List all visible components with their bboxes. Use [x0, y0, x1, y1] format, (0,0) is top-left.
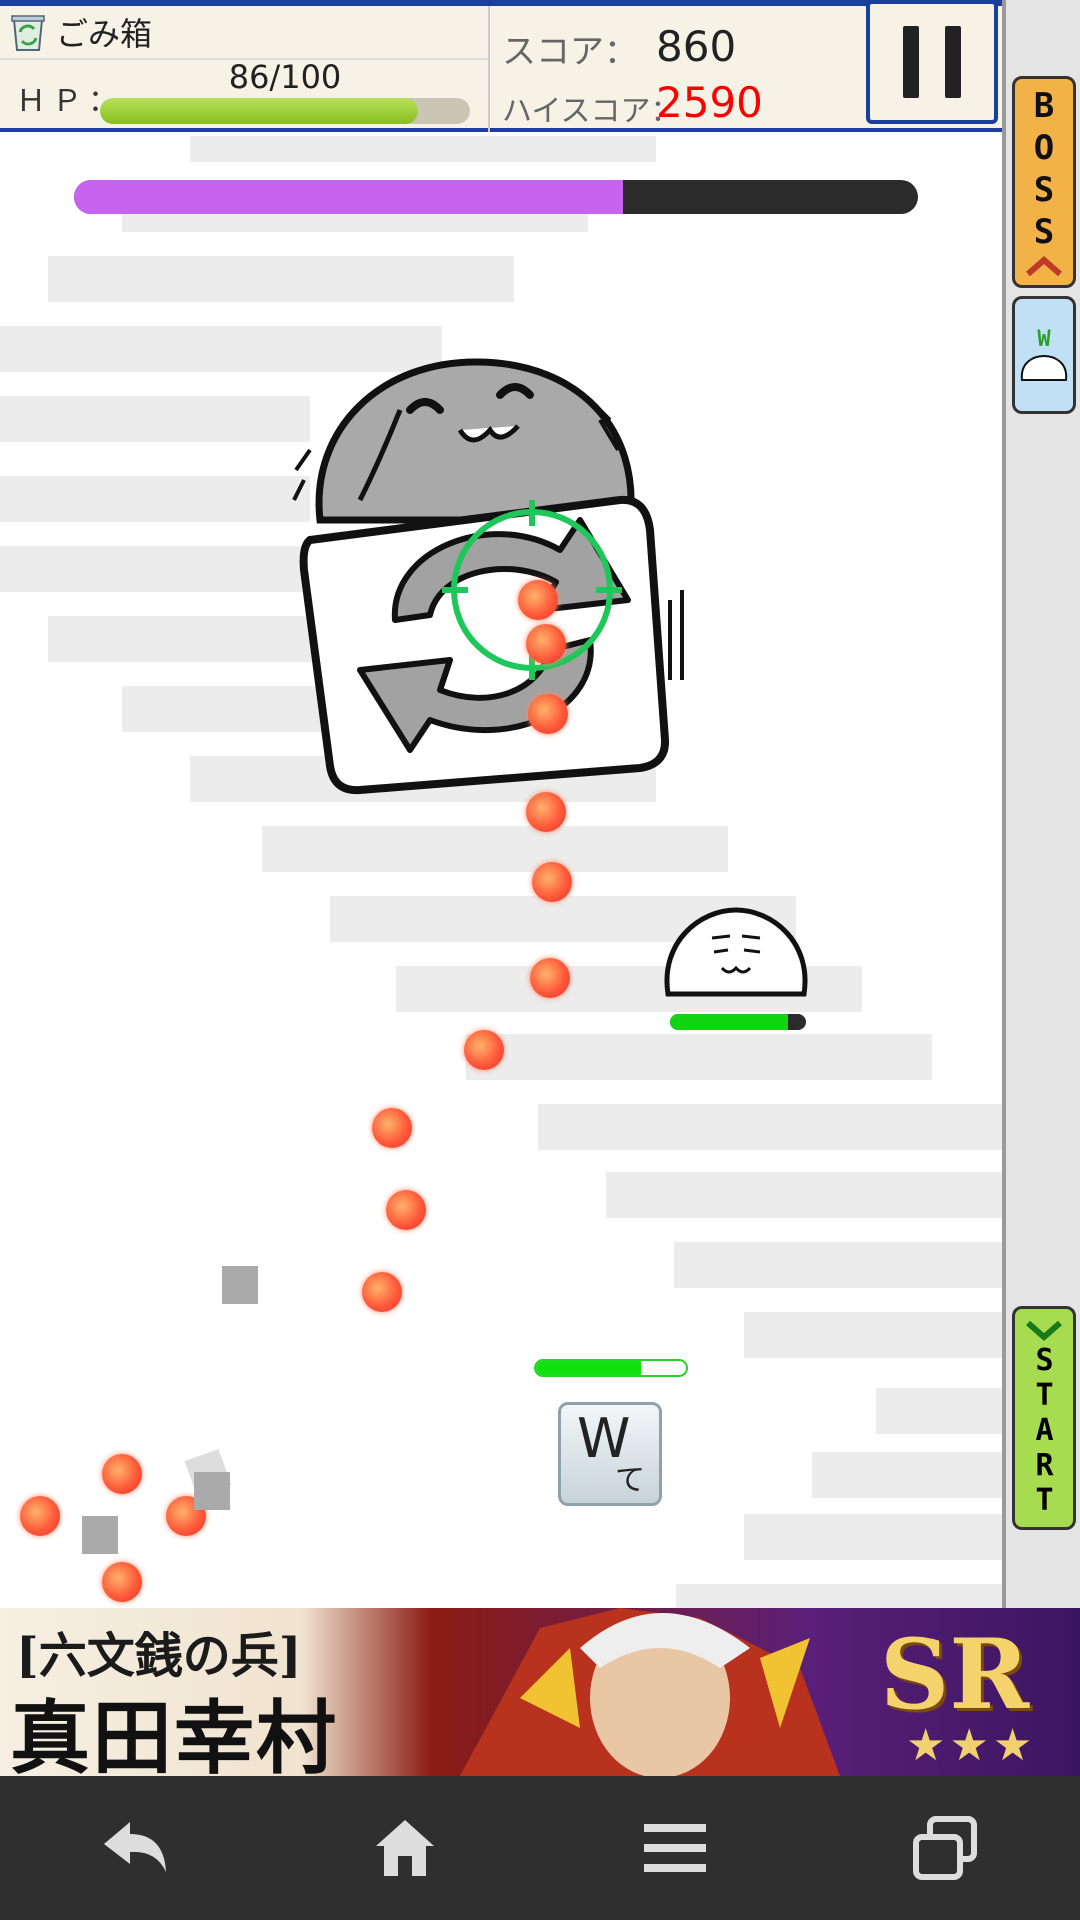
pause-icon-bar: [903, 26, 919, 98]
fire-bullet: [386, 1190, 426, 1230]
bg-stripe: [190, 136, 656, 162]
fire-bullet: [532, 862, 572, 902]
recent-apps-icon: [913, 1816, 977, 1880]
side-rail: BOSS W START: [1002, 0, 1080, 1608]
start-button[interactable]: START: [1012, 1306, 1076, 1530]
fire-bullet: [20, 1496, 60, 1536]
home-icon: [376, 1820, 434, 1876]
boss-button[interactable]: BOSS: [1012, 76, 1076, 288]
back-button[interactable]: [90, 1803, 180, 1893]
score-value: 860: [656, 22, 737, 71]
stage-name: ごみ箱: [56, 15, 153, 53]
home-button[interactable]: [360, 1803, 450, 1893]
stage-title-row: ごみ箱: [8, 10, 152, 54]
hp-value: 86/100: [228, 58, 342, 96]
recent-apps-button[interactable]: [900, 1803, 990, 1893]
fire-bullet: [102, 1562, 142, 1602]
hiscore-label: ハイスコア：: [502, 94, 681, 129]
enemy-hp-fill: [670, 1014, 789, 1030]
hp-bar-fill: [100, 98, 419, 124]
score-panel: スコア： 860 ハイスコア： 2590: [490, 6, 860, 132]
bg-stripe: [122, 214, 588, 232]
enemy-hp-bar: [670, 1014, 806, 1030]
system-nav-bar: [0, 1776, 1080, 1920]
fire-bullet: [518, 580, 558, 620]
fire-bullet: [102, 1454, 142, 1494]
player-hp-bar: [534, 1359, 688, 1377]
player-key-w[interactable]: W て: [558, 1402, 662, 1506]
game-area[interactable]: W て ごみ箱 ＨＰ： 86/100 スコア： 860 ハイスコア： 2590: [0, 0, 1002, 1608]
fire-bullet: [464, 1030, 504, 1070]
debris-block: [82, 1516, 118, 1554]
ad-rank: SR: [880, 1618, 1030, 1731]
ad-title-line2: 真田幸村: [10, 1691, 338, 1776]
fire-bullet: [526, 792, 566, 832]
ad-character-art: [460, 1608, 840, 1776]
fire-bullet: [528, 694, 568, 734]
boss-label: BOSS: [1024, 86, 1064, 254]
bg-stripe: [676, 1584, 1002, 1608]
bg-stripe: [262, 826, 728, 872]
player-hp-fill: [536, 1361, 641, 1375]
key-kana: て: [615, 1463, 645, 1498]
blob-icon: [1020, 354, 1068, 381]
fire-bullet: [372, 1108, 412, 1148]
back-arrow-icon: [104, 1822, 166, 1872]
hud-header: ごみ箱 ＨＰ： 86/100 スコア： 860 ハイスコア： 2590: [0, 0, 1002, 132]
bg-stripe: [48, 256, 514, 302]
w-label: W: [1037, 326, 1051, 352]
bg-stripe: [538, 1104, 1002, 1150]
ad-banner[interactable]: [六文銭の兵] 真田幸村 SR ★★★: [0, 1608, 1080, 1776]
recycle-bin-icon: [11, 15, 45, 51]
ad-stars: ★★★: [906, 1720, 1037, 1771]
fire-bullet: [530, 958, 570, 998]
w-mode-button[interactable]: W: [1012, 296, 1076, 414]
pause-button[interactable]: [866, 0, 998, 124]
debris-block: [194, 1472, 230, 1510]
bg-stripe: [0, 396, 310, 442]
hiscore-value: 2590: [656, 78, 763, 127]
bg-stripe: [0, 546, 310, 592]
bg-stripe: [466, 1034, 932, 1080]
bg-stripe: [812, 1452, 1002, 1498]
menu-icon: [644, 1824, 706, 1872]
bg-stripe: [0, 476, 310, 522]
boss-hp-fill: [74, 180, 623, 214]
bg-stripe: [606, 1172, 1002, 1218]
bg-stripe: [744, 1312, 1002, 1358]
score-label: スコア：: [502, 32, 638, 72]
hud-status-panel: ごみ箱 ＨＰ： 86/100: [0, 6, 490, 132]
bg-stripe: [876, 1388, 1002, 1434]
pause-icon-bar: [945, 26, 961, 98]
chevron-down-icon: [1026, 1320, 1062, 1341]
boss-hp-bar: [74, 180, 918, 214]
chevron-up-icon: [1026, 256, 1062, 277]
enemy-blob[interactable]: [660, 902, 812, 1006]
bg-stripe: [744, 1514, 1002, 1560]
start-label: START: [1027, 1342, 1062, 1518]
menu-button[interactable]: [630, 1803, 720, 1893]
fire-bullet: [526, 624, 566, 664]
debris-block: [222, 1266, 258, 1304]
hp-bar: [100, 98, 470, 124]
bg-stripe: [674, 1242, 1002, 1288]
fire-bullet: [362, 1272, 402, 1312]
